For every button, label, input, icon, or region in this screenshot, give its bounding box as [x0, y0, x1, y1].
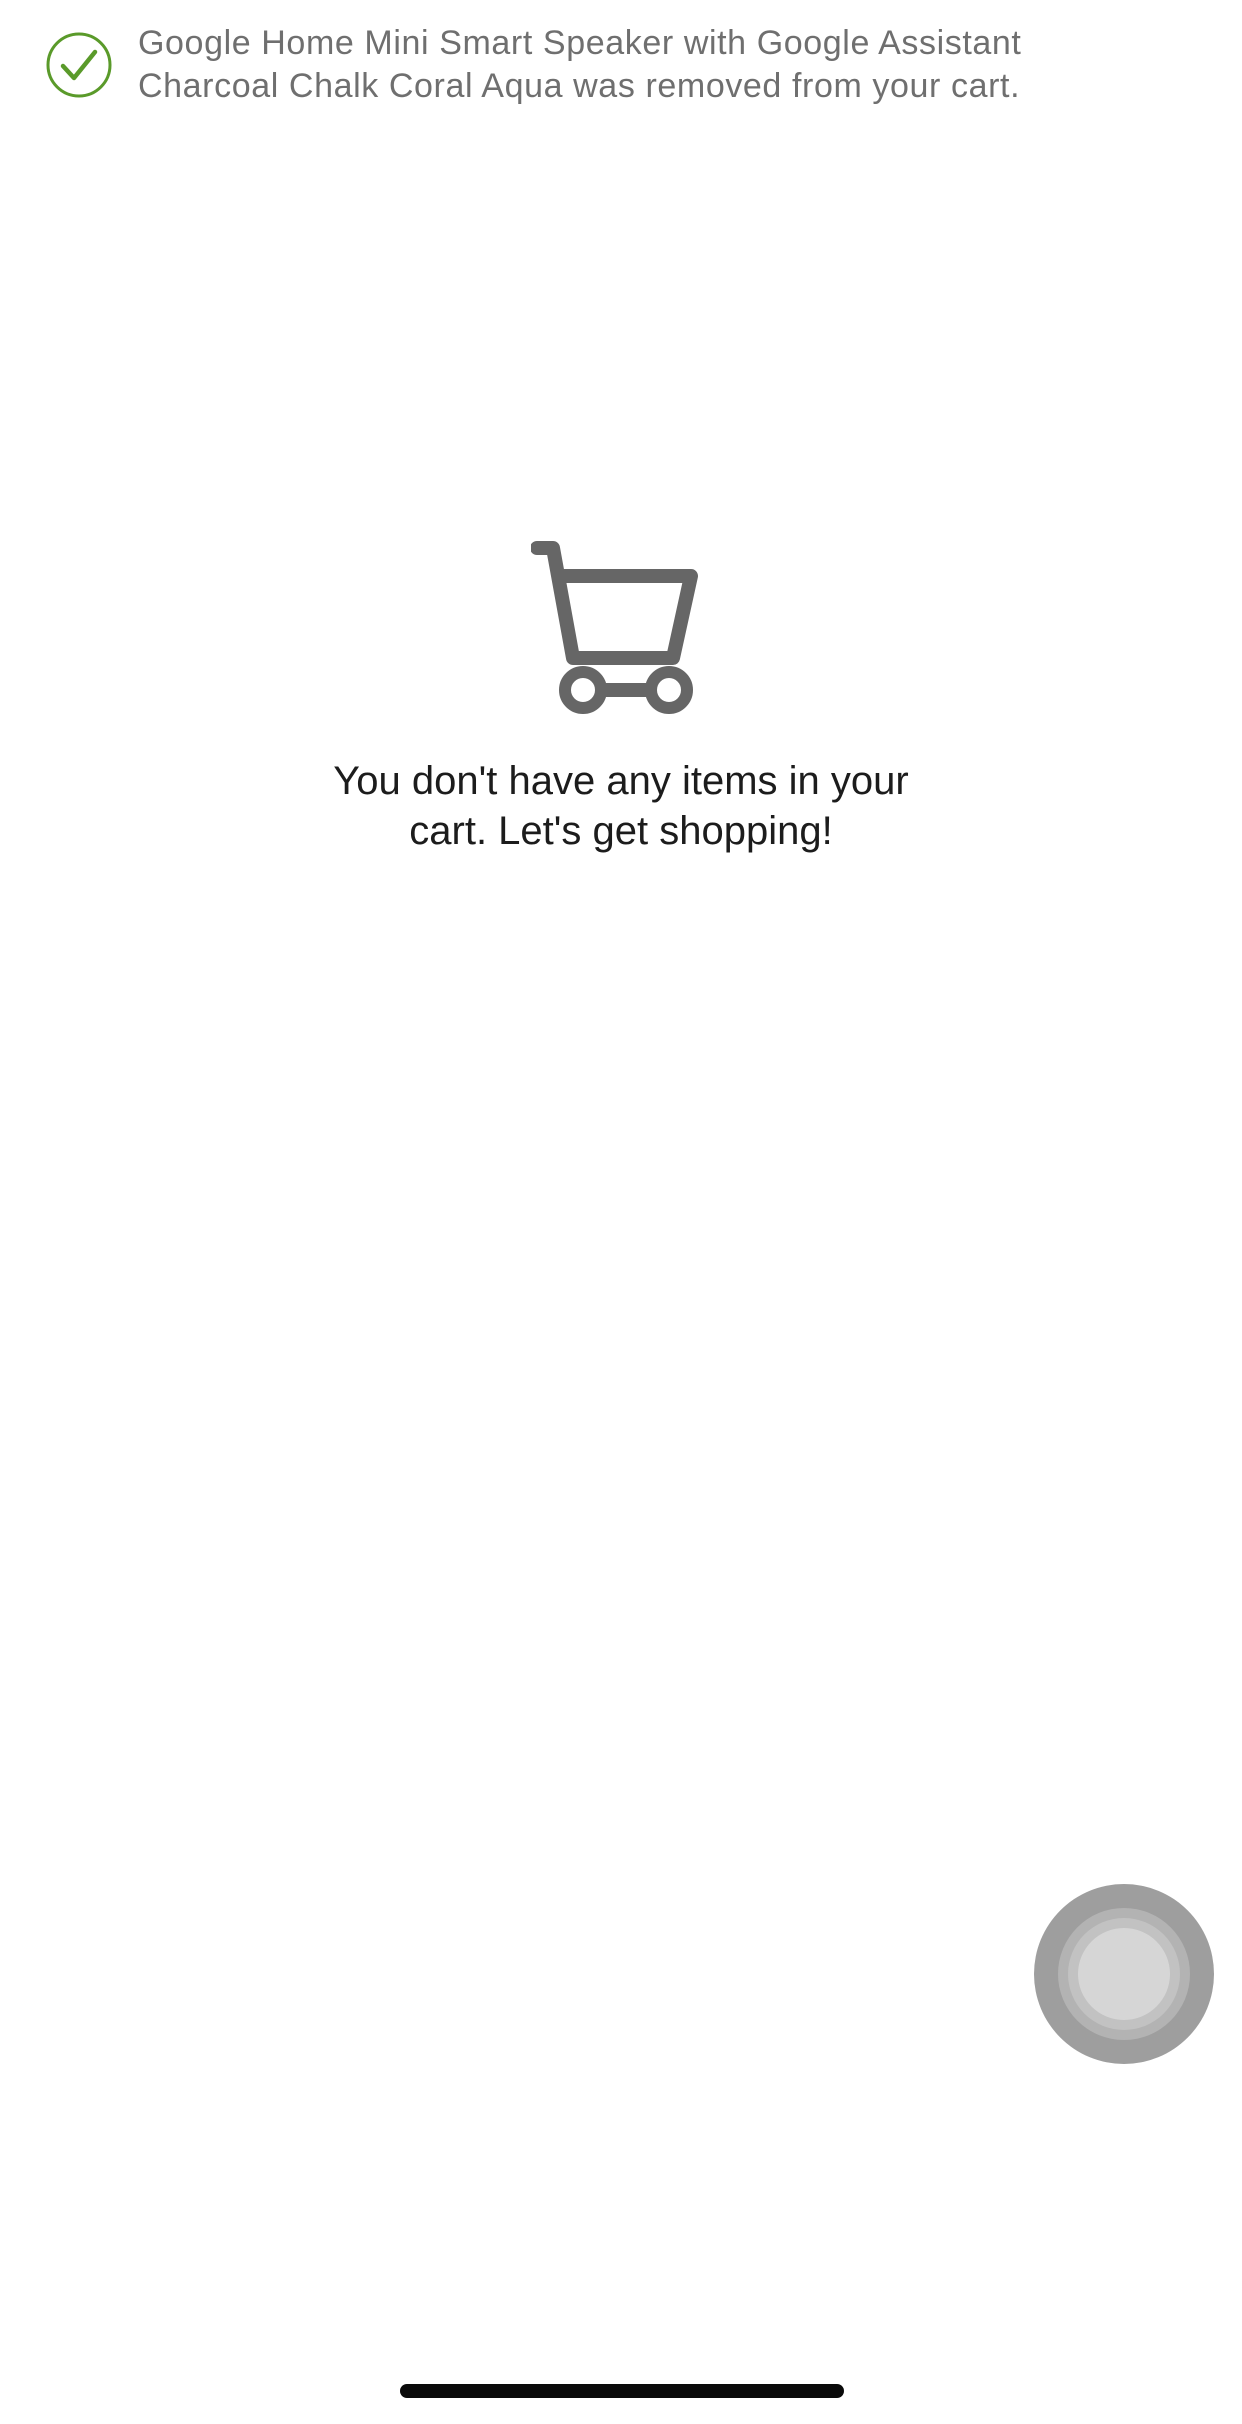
assistive-touch-button[interactable]: [1034, 1884, 1214, 2064]
shopping-cart-icon: [530, 540, 711, 720]
assistive-touch-core: [1078, 1928, 1170, 2020]
empty-cart-state: You don't have any items in your cart. L…: [0, 540, 1242, 856]
empty-cart-message: You don't have any items in your cart. L…: [333, 759, 909, 853]
cart-page: Google Home Mini Smart Speaker with Goog…: [0, 0, 1242, 2424]
removed-item-toast: Google Home Mini Smart Speaker with Goog…: [46, 22, 1206, 108]
home-indicator[interactable]: [400, 2384, 844, 2398]
check-circle-icon: [46, 32, 112, 98]
toast-message: Google Home Mini Smart Speaker with Goog…: [138, 24, 1022, 105]
